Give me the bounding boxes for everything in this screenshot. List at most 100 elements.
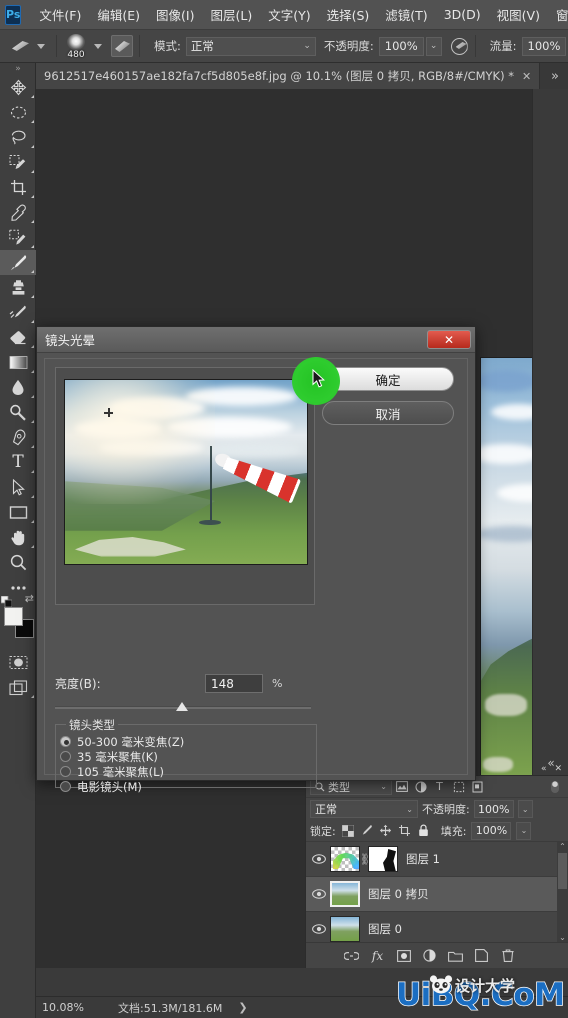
layer-thumbnail[interactable] bbox=[330, 916, 360, 942]
menu-filter[interactable]: 滤镜(T) bbox=[377, 2, 435, 27]
table-row[interactable]: 图层 0 拷贝 bbox=[306, 877, 568, 912]
blur-tool-icon[interactable] bbox=[0, 375, 36, 400]
layer-blend-mode-select[interactable]: 正常 ⌄ bbox=[310, 800, 418, 818]
radio-icon[interactable] bbox=[60, 736, 71, 747]
scroll-down-icon[interactable]: ⌄ bbox=[557, 933, 568, 942]
radio-icon[interactable] bbox=[60, 781, 71, 792]
eraser-tool-icon[interactable] bbox=[0, 325, 36, 350]
dodge-tool-icon[interactable] bbox=[0, 400, 36, 425]
close-panel-icon[interactable]: ✕ bbox=[554, 764, 562, 774]
brush-preset-chevron-down-icon[interactable] bbox=[37, 43, 45, 49]
add-mask-icon[interactable] bbox=[396, 948, 411, 963]
radio-icon[interactable] bbox=[60, 751, 71, 762]
pen-tool-icon[interactable] bbox=[0, 425, 36, 450]
layer-opacity-input[interactable]: 100% bbox=[473, 800, 514, 818]
menu-window[interactable]: 窗口(W) bbox=[548, 2, 568, 27]
menu-image[interactable]: 图像(I) bbox=[148, 2, 202, 27]
table-row[interactable]: ⛓ 图层 1 bbox=[306, 842, 568, 877]
lens-option-movie[interactable]: 电影镜头(M) bbox=[60, 779, 316, 794]
foreground-color-swatch[interactable] bbox=[4, 607, 23, 626]
lock-position-icon[interactable] bbox=[379, 824, 393, 838]
type-tool-icon[interactable]: T bbox=[0, 450, 36, 475]
blend-mode-select[interactable]: 正常 ⌄ bbox=[185, 36, 316, 56]
layer-name[interactable]: 图层 0 bbox=[368, 921, 402, 937]
cancel-button[interactable]: 取消 bbox=[322, 401, 454, 425]
brush-size-preview[interactable]: 480 bbox=[63, 33, 89, 60]
lock-transparent-pixels-icon[interactable] bbox=[341, 824, 355, 838]
layer-visibility-eye-icon[interactable] bbox=[308, 854, 330, 864]
layer-thumbnail[interactable] bbox=[330, 881, 360, 907]
lock-artboard-icon[interactable] bbox=[398, 824, 412, 838]
eyedropper-tool-icon[interactable] bbox=[0, 200, 36, 225]
dialog-close-icon[interactable]: ✕ bbox=[427, 330, 471, 349]
menu-select[interactable]: 选择(S) bbox=[319, 2, 378, 27]
layer-visibility-eye-icon[interactable] bbox=[308, 889, 330, 899]
scroll-up-icon[interactable]: ⌃ bbox=[557, 842, 568, 851]
brightness-slider-thumb[interactable] bbox=[176, 702, 188, 711]
collapse-panel-icon[interactable]: « bbox=[541, 764, 547, 774]
brush-size-chevron-down-icon[interactable] bbox=[94, 43, 102, 49]
opacity-input[interactable]: 100% bbox=[378, 36, 424, 56]
layer-fill-chevron-down-icon[interactable]: ⌄ bbox=[516, 821, 532, 840]
layer-opacity-chevron-down-icon[interactable]: ⌄ bbox=[517, 800, 533, 818]
status-expand-icon[interactable]: ❯ bbox=[238, 1001, 247, 1014]
lock-all-icon[interactable] bbox=[417, 824, 431, 838]
zoom-level[interactable]: 10.08% bbox=[36, 1001, 96, 1014]
healing-brush-tool-icon[interactable] bbox=[0, 225, 36, 250]
adjustment-layer-icon[interactable] bbox=[422, 948, 437, 963]
quick-mask-mode-icon[interactable] bbox=[0, 650, 36, 675]
path-selection-tool-icon[interactable] bbox=[0, 475, 36, 500]
history-brush-tool-icon[interactable] bbox=[0, 300, 36, 325]
crop-tool-icon[interactable] bbox=[0, 175, 36, 200]
lens-option-35[interactable]: 35 毫米聚焦(K) bbox=[60, 749, 316, 764]
dialog-titlebar[interactable]: 镜头光晕 ✕ bbox=[37, 327, 475, 353]
layer-visibility-eye-icon[interactable] bbox=[308, 924, 330, 934]
brush-panel-toggle-button[interactable] bbox=[111, 35, 133, 57]
lens-flare-preview-frame[interactable] bbox=[55, 367, 315, 605]
filter-toggle-switch[interactable] bbox=[545, 778, 564, 795]
link-layers-icon[interactable] bbox=[344, 948, 359, 963]
hand-tool-icon[interactable] bbox=[0, 525, 36, 550]
new-layer-icon[interactable] bbox=[474, 948, 489, 963]
layer-fill-input[interactable]: 100% bbox=[471, 821, 512, 840]
layers-scrollbar[interactable]: ⌃ ⌄ bbox=[557, 842, 568, 942]
mask-link-icon[interactable]: ⛓ bbox=[360, 853, 374, 866]
pressure-opacity-icon[interactable] bbox=[449, 36, 469, 56]
rectangle-tool-icon[interactable] bbox=[0, 500, 36, 525]
layer-name[interactable]: 图层 1 bbox=[406, 851, 440, 867]
new-group-icon[interactable] bbox=[448, 948, 463, 963]
document-tab[interactable]: 9612517e460157ae182fa7cf5d805e8f.jpg @ 1… bbox=[36, 63, 541, 89]
lens-flare-dialog[interactable]: 镜头光晕 ✕ 确定 取消 亮度(B): 148 % 镜头类型 50-300 毫米… bbox=[36, 326, 476, 794]
tools-panel-handle[interactable]: » bbox=[0, 63, 35, 75]
ok-button[interactable]: 确定 bbox=[322, 367, 454, 391]
lens-option-105[interactable]: 105 毫米聚焦(L) bbox=[60, 764, 316, 779]
scrollbar-thumb[interactable] bbox=[558, 853, 567, 889]
lens-flare-preview-image[interactable] bbox=[64, 379, 308, 565]
quick-selection-tool-icon[interactable] bbox=[0, 150, 36, 175]
layer-mask-thumbnail[interactable] bbox=[368, 846, 398, 872]
brush-tool-icon[interactable] bbox=[0, 250, 36, 275]
menu-file[interactable]: 文件(F) bbox=[31, 2, 89, 27]
lasso-tool-icon[interactable] bbox=[0, 125, 36, 150]
menu-view[interactable]: 视图(V) bbox=[489, 2, 548, 27]
menu-edit[interactable]: 编辑(E) bbox=[89, 2, 148, 27]
delete-layer-icon[interactable] bbox=[500, 948, 515, 963]
flow-input[interactable]: 100% bbox=[521, 36, 567, 56]
gradient-tool-icon[interactable] bbox=[0, 350, 36, 375]
layer-name[interactable]: 图层 0 拷贝 bbox=[368, 886, 429, 902]
opacity-chevron-down-icon[interactable]: ⌄ bbox=[425, 36, 442, 56]
document-tab-close-icon[interactable]: ✕ bbox=[522, 70, 531, 83]
menu-layer[interactable]: 图层(L) bbox=[202, 2, 260, 27]
color-swatches[interactable]: ⇄ bbox=[0, 592, 36, 644]
zoom-tool-icon[interactable] bbox=[0, 550, 36, 575]
swap-colors-icon[interactable]: ⇄ bbox=[25, 592, 34, 605]
marquee-tool-icon[interactable] bbox=[0, 100, 36, 125]
default-colors-icon[interactable] bbox=[0, 592, 13, 608]
menu-3d[interactable]: 3D(D) bbox=[436, 4, 489, 25]
lock-image-pixels-icon[interactable] bbox=[360, 824, 374, 838]
lens-option-50-300[interactable]: 50-300 毫米变焦(Z) bbox=[60, 734, 316, 749]
tab-overflow-icon[interactable]: » bbox=[542, 63, 568, 89]
layer-thumbnail[interactable] bbox=[330, 846, 360, 872]
flare-center-crosshair-icon[interactable] bbox=[104, 408, 113, 417]
menu-type[interactable]: 文字(Y) bbox=[260, 2, 318, 27]
